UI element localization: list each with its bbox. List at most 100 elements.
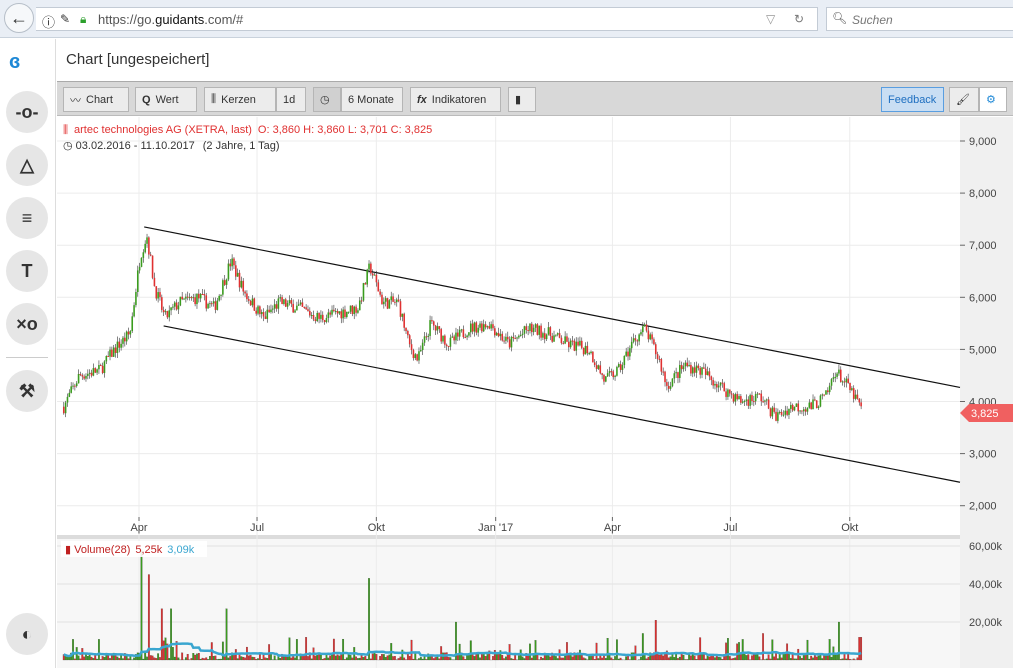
candle [392,296,394,301]
volume-bar [422,659,424,660]
volume-bar [324,658,326,660]
volume-bar [494,650,496,660]
candle [544,333,546,339]
candles-button[interactable]: ⫼Kerzen [204,87,276,112]
candle [557,333,559,334]
wert-button[interactable]: QWert [135,87,197,112]
line-tool-icon[interactable]: -o- [6,91,48,133]
theme-toggle-icon[interactable]: ◐ [6,613,48,655]
volume-bar [172,647,174,660]
url-text[interactable]: https://go.guidants.com/# [98,12,243,27]
candle [237,273,239,277]
candle [520,335,522,336]
candle [255,311,257,314]
bookmark-icon[interactable]: ▮ [508,87,536,112]
candle [766,399,768,400]
url-bar[interactable]: ⓘ ✎ 🔒︎ https://go.guidants.com/# ▽ ↻ [36,7,818,31]
candle [411,344,413,350]
dropdown-arrow-icon[interactable]: ▽ [766,12,775,26]
feedback-button[interactable]: Feedback [881,87,944,112]
candle [414,354,416,358]
chart-area[interactable]: 9,0008,0007,0006,0005,0004,0003,0002,000… [57,117,1013,668]
permissions-icon[interactable]: ✎ [60,12,70,26]
candle [612,371,614,377]
candle [803,409,805,411]
candle [668,386,670,389]
volume-bar [215,656,217,660]
guidants-logo[interactable]: ɞ [9,51,20,74]
pane-separator[interactable] [57,535,960,539]
candle [666,382,668,386]
volume-bar [152,656,154,660]
text-tool-icon[interactable]: T [6,250,48,292]
info-icon[interactable]: ⓘ [42,12,55,31]
candle [740,396,742,403]
volume-bar [611,658,613,660]
chart-type-button[interactable]: 〰Chart [63,87,129,112]
tools-icon[interactable]: ⚒ [6,370,48,412]
candle [664,372,666,382]
clock-icon[interactable]: ◷ [313,87,341,112]
candle [638,334,640,341]
volume-bar [790,658,792,660]
candle [326,318,328,322]
candle [655,344,657,354]
candle [307,309,309,311]
candle [292,304,294,313]
volume-bar [381,654,383,660]
x-tick-label: Okt [368,522,385,534]
volume-bar [459,644,461,660]
candle [424,336,426,342]
brush-icon[interactable]: 🖌︎ [949,87,979,112]
candle [259,306,261,314]
candle [374,275,376,276]
candle [204,294,206,295]
volume-bar [722,659,724,660]
volume-bar [555,656,557,660]
back-button[interactable]: ← [4,3,34,33]
candle [242,281,244,292]
candle [437,326,439,330]
candle [755,394,757,401]
candle [222,280,224,294]
candle [781,412,783,415]
candle [844,381,846,382]
volume-bar [348,654,350,660]
shape-tool-icon[interactable]: △ [6,144,48,186]
volume-bar [154,658,156,660]
volume-bar [592,655,594,660]
fibonacci-tool-icon[interactable]: ≡ [6,197,48,239]
volume-bar [575,655,577,660]
candle [709,371,711,376]
price-chart[interactable]: 9,0008,0007,0006,0005,0004,0003,0002,000… [57,117,1013,668]
candle [348,312,350,313]
candle [65,403,67,414]
volume-bar [143,659,145,660]
volume-bar [342,639,344,660]
volume-bar [440,646,442,660]
delete-drawings-icon[interactable]: ×o [6,303,48,345]
volume-bar [487,654,489,660]
candle [302,302,304,307]
candle [846,379,848,383]
candle [796,404,798,407]
candle [385,298,387,302]
candle [409,335,411,344]
candle [148,237,150,254]
volume-bar [163,641,165,660]
candle [435,326,437,331]
candle [797,404,799,412]
reload-icon[interactable]: ↻ [794,12,804,26]
volume-bar [463,657,465,660]
settings-gear-icon[interactable]: ⚙ [979,87,1007,112]
indicators-button[interactable]: fxIndikatoren [410,87,501,112]
interval-button[interactable]: 1d [276,87,306,112]
volume-bar [609,655,611,660]
candle [270,310,272,312]
range-button[interactable]: 6 Monate [341,87,403,112]
candle [742,402,744,403]
candle [130,331,132,334]
search-input[interactable]: 🔍︎ Suchen [826,7,1013,31]
volume-bar [513,659,515,660]
candle [553,335,555,341]
